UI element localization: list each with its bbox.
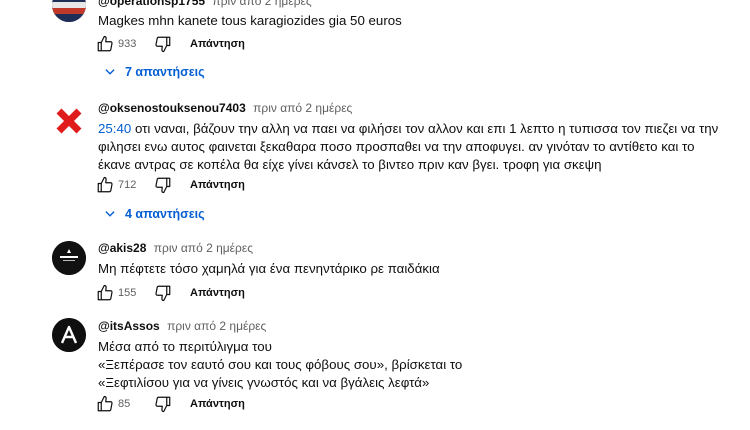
- comment-text: Magkes mhn kanete tous karagiozides gia …: [98, 13, 402, 28]
- comment-text: Μη πέφτετε τόσο χαμηλά για ένα πενηντάρι…: [98, 261, 440, 276]
- thumb-up-icon: [97, 395, 113, 412]
- comment-actions: 933 Απάντηση: [96, 34, 245, 54]
- comment-meta: @akis28 πριν από 2 ημέρες: [98, 240, 730, 256]
- comment-text: 25:40 οτι ναναι, βάζουν την αλλη να παει…: [98, 120, 728, 174]
- comment-time[interactable]: πριν από 2 ημέρες: [253, 101, 352, 115]
- avatar-image: [52, 0, 86, 22]
- reply-button[interactable]: Απάντηση: [190, 287, 245, 299]
- comment-time[interactable]: πριν από 2 ημέρες: [212, 0, 311, 8]
- comment-author[interactable]: @akis28: [98, 241, 146, 255]
- dislike-button[interactable]: [154, 395, 172, 413]
- thumb-down-icon: [155, 396, 171, 413]
- comment-author[interactable]: @oksenostouksenou7403: [98, 101, 246, 115]
- like-button[interactable]: [96, 35, 114, 53]
- replies-count: 7 απαντήσεις: [125, 65, 205, 79]
- thumb-up-icon: [97, 176, 113, 193]
- comment-text-line: Μέσα από το περιτύλιγμα του: [98, 339, 272, 354]
- replies-count: 4 απαντήσεις: [125, 207, 205, 221]
- comment-text-body: οτι ναναι, βάζουν την αλλη να παει να φι…: [98, 121, 719, 172]
- thumb-up-icon: [97, 284, 113, 301]
- thumb-up-icon: [97, 35, 113, 52]
- avatar[interactable]: [52, 318, 86, 352]
- comment-time[interactable]: πριν από 2 ημέρες: [154, 241, 253, 255]
- thumb-down-icon: [155, 36, 171, 53]
- reply-button[interactable]: Απάντηση: [190, 179, 245, 191]
- avatar[interactable]: [52, 241, 86, 275]
- comment-text-line: «Ξεφτιλίσου για να γίνεις γνωστός και να…: [98, 375, 430, 390]
- dislike-button[interactable]: [154, 176, 172, 194]
- avatar-image: [52, 318, 86, 352]
- x-logo-icon: [56, 108, 82, 134]
- comment-time[interactable]: πριν από 2 ημέρες: [167, 319, 266, 333]
- like-count: 85: [118, 398, 131, 410]
- comment-actions: 85 Απάντηση: [96, 394, 245, 414]
- comment-meta: @operationsp1755 πριν από 2 ημέρες: [98, 0, 730, 9]
- thumb-down-icon: [155, 177, 171, 194]
- chevron-down-icon: [105, 69, 115, 75]
- like-button[interactable]: [96, 395, 114, 413]
- comment-author[interactable]: @operationsp1755: [98, 0, 205, 8]
- dislike-button[interactable]: [154, 35, 172, 53]
- dislike-button[interactable]: [154, 284, 172, 302]
- like-count: 933: [118, 38, 137, 50]
- view-replies-button[interactable]: 7 απαντήσεις: [103, 63, 205, 81]
- comment-meta: @oksenostouksenou7403 πριν από 2 ημέρες: [98, 100, 730, 116]
- view-replies-button[interactable]: 4 απαντήσεις: [103, 205, 205, 223]
- avatar-image: [52, 241, 86, 275]
- like-button[interactable]: [96, 284, 114, 302]
- avatar[interactable]: [52, 0, 86, 22]
- like-button[interactable]: [96, 176, 114, 194]
- reply-button[interactable]: Απάντηση: [190, 398, 245, 410]
- avatar[interactable]: [52, 104, 86, 138]
- comment-text: Μέσα από το περιτύλιγμα του «Ξεπέρασε το…: [98, 338, 730, 392]
- comment-actions: 155 Απάντηση: [96, 283, 245, 303]
- thumb-down-icon: [155, 285, 171, 302]
- reply-button[interactable]: Απάντηση: [190, 38, 245, 50]
- comment-meta: @itsAssos πριν από 2 ημέρες: [98, 318, 730, 334]
- like-count: 712: [118, 179, 137, 191]
- chevron-down-icon: [105, 211, 115, 217]
- comment-author[interactable]: @itsAssos: [98, 319, 160, 333]
- like-count: 155: [118, 287, 137, 299]
- comment-actions: 712 Απάντηση: [96, 175, 245, 195]
- video-timestamp-link[interactable]: 25:40: [98, 121, 131, 136]
- comment-text-line: «Ξεπέρασε τον εαυτό σου και τους φόβους …: [98, 357, 463, 372]
